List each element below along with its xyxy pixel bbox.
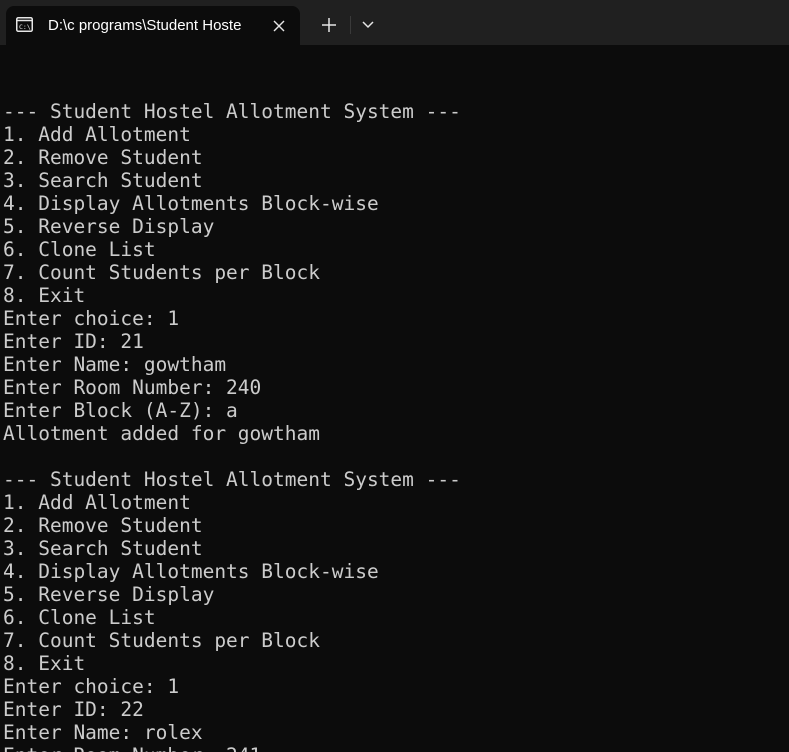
console-output[interactable]: --- Student Hostel Allotment System --- 1… (3, 77, 783, 752)
console-line: Allotment added for gowtham (3, 422, 320, 445)
console-line: Enter ID: 21 (3, 330, 144, 353)
chevron-down-icon[interactable] (355, 11, 381, 39)
console-line: Enter Block (A-Z): a (3, 399, 238, 422)
console-line: 8. Exit (3, 284, 86, 307)
console-line: 6. Clone List (3, 238, 156, 261)
console-line: 1. Add Allotment (3, 491, 191, 514)
console-line: Enter Room Number: 240 (3, 376, 262, 399)
console-line: 3. Search Student (3, 537, 203, 560)
console-line: Enter Room Number: 241 (3, 744, 783, 752)
tab-title: D:\c programs\Student Hoste (48, 17, 242, 34)
console-icon: C:\ (16, 17, 33, 32)
console-line: 7. Count Students per Block (3, 261, 320, 284)
console-line: 2. Remove Student (3, 146, 203, 169)
console-line: Enter choice: 1 (3, 675, 180, 698)
console-line: 8. Exit (3, 652, 86, 675)
console-line: Enter Name: rolex (3, 721, 203, 744)
console-line: 6. Clone List (3, 606, 156, 629)
console-line: 2. Remove Student (3, 514, 203, 537)
svg-text:C:\: C:\ (19, 23, 31, 31)
plus-icon[interactable] (315, 11, 343, 39)
console-line: --- Student Hostel Allotment System --- (3, 100, 461, 123)
terminal-window: C:\ D:\c programs\Student Hoste --- Stud… (0, 0, 789, 752)
console-line: Enter ID: 22 (3, 698, 144, 721)
console-line: 5. Reverse Display (3, 215, 215, 238)
console-line: 7. Count Students per Block (3, 629, 320, 652)
console-line: 1. Add Allotment (3, 123, 191, 146)
console-line: Enter Name: gowtham (3, 353, 227, 376)
console-line: 3. Search Student (3, 169, 203, 192)
title-bar: C:\ D:\c programs\Student Hoste (0, 0, 789, 45)
terminal-tab[interactable]: C:\ D:\c programs\Student Hoste (6, 6, 300, 45)
console-line: --- Student Hostel Allotment System --- (3, 468, 461, 491)
console-line: Enter choice: 1 (3, 307, 180, 330)
console-line: 4. Display Allotments Block-wise (3, 560, 379, 583)
tab-divider (350, 16, 351, 34)
console-line: 4. Display Allotments Block-wise (3, 192, 379, 215)
console-line: 5. Reverse Display (3, 583, 215, 606)
close-icon[interactable] (268, 15, 290, 37)
